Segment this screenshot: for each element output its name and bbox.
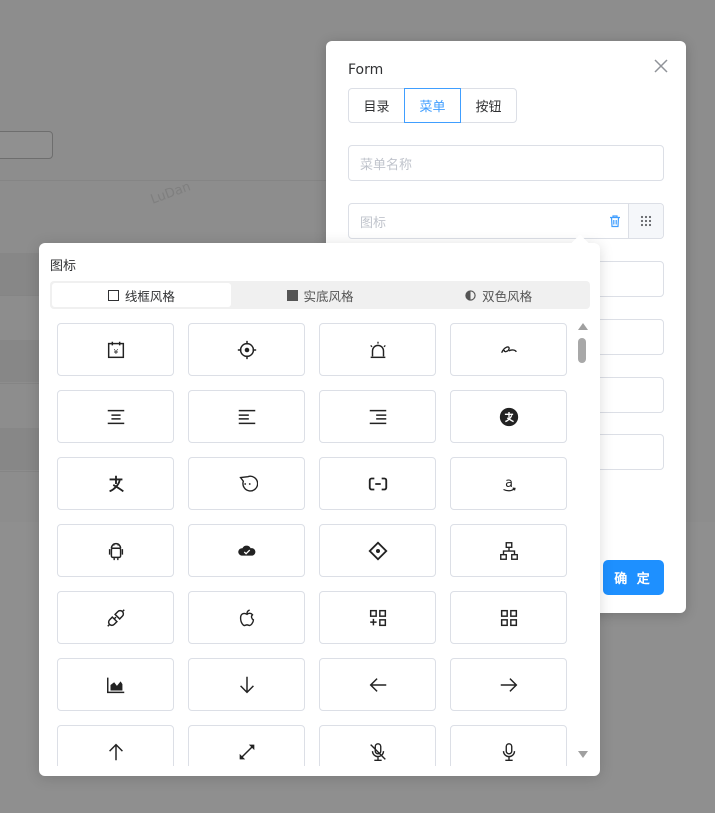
background-divider — [0, 180, 330, 181]
scrollbar[interactable] — [576, 323, 588, 763]
icon-grid: ¥ a — [57, 323, 577, 766]
android-icon — [108, 542, 123, 560]
svg-text:¥: ¥ — [113, 347, 118, 356]
confirm-button[interactable]: 确 定 — [603, 560, 664, 595]
segment-directory[interactable]: 目录 — [348, 88, 405, 123]
align-left-icon — [238, 409, 255, 424]
icon-option[interactable] — [188, 725, 305, 766]
alert-icon — [369, 341, 386, 358]
appstore-add-icon — [369, 609, 386, 626]
amazon-icon: a — [502, 475, 516, 491]
icon-input-placeholder[interactable]: 图标 — [349, 204, 602, 238]
api-icon — [106, 608, 125, 627]
alipay-icon — [108, 475, 124, 492]
apartment-icon — [499, 541, 518, 560]
alipay-circle-icon — [499, 407, 518, 426]
segment-button[interactable]: 按钮 — [460, 88, 517, 123]
icon-option[interactable] — [57, 390, 174, 443]
icon-option[interactable] — [188, 457, 305, 510]
align-right-icon — [369, 409, 386, 424]
icon-option[interactable] — [450, 725, 567, 766]
menu-name-input[interactable]: 菜单名称 — [348, 145, 664, 181]
icon-option[interactable] — [450, 323, 567, 376]
icon-select-field[interactable]: 图标 — [348, 203, 664, 239]
icon-option[interactable] — [319, 524, 436, 577]
scroll-up-arrow-icon[interactable] — [578, 323, 588, 330]
tab-label: 线框风格 — [124, 288, 175, 304]
alibaba-icon — [500, 345, 517, 353]
icon-option[interactable] — [57, 457, 174, 510]
background-input — [0, 131, 53, 159]
apple-icon — [239, 609, 254, 626]
icon-option[interactable] — [188, 591, 305, 644]
tab-filled[interactable]: 实底风格 — [231, 283, 410, 307]
aliwangwang-icon — [238, 475, 258, 492]
icon-option[interactable] — [450, 658, 567, 711]
icon-option[interactable] — [319, 390, 436, 443]
icon-option[interactable] — [188, 658, 305, 711]
scroll-down-arrow-icon[interactable] — [578, 751, 588, 758]
tab-outlined[interactable]: 线框风格 — [52, 283, 231, 307]
icon-style-tabs: 线框风格 实底风格 双色风格 — [50, 281, 590, 309]
icon-option[interactable] — [319, 323, 436, 376]
tab-two-tone[interactable]: 双色风格 — [409, 283, 588, 307]
icon-picker-popover: 图标 线框风格 实底风格 双色风格 ¥ a — [39, 234, 600, 776]
aim-icon — [237, 340, 256, 359]
arrow-right-icon — [500, 677, 517, 692]
icon-option[interactable] — [57, 658, 174, 711]
close-icon[interactable] — [652, 57, 670, 75]
icon-option[interactable] — [319, 591, 436, 644]
icon-option[interactable] — [450, 524, 567, 577]
arrow-up-icon — [108, 743, 123, 760]
audio-muted-icon — [369, 742, 386, 761]
icon-option[interactable] — [57, 725, 174, 766]
icon-option[interactable]: ¥ — [57, 323, 174, 376]
tab-label: 实底风格 — [303, 288, 354, 304]
icon-option[interactable] — [450, 390, 567, 443]
aliyun-icon — [368, 477, 387, 490]
icon-option[interactable]: a — [450, 457, 567, 510]
icon-option[interactable] — [319, 725, 436, 766]
picker-title: 图标 — [50, 259, 77, 274]
align-center-icon — [107, 409, 124, 424]
svg-text:a: a — [505, 475, 513, 490]
dialog-title: Form — [348, 62, 384, 78]
icon-option[interactable] — [57, 591, 174, 644]
ant-cloud-icon — [237, 545, 255, 556]
icon-option[interactable] — [319, 457, 436, 510]
icon-option[interactable] — [188, 323, 305, 376]
arrow-down-icon — [239, 676, 254, 693]
half-circle-icon — [465, 289, 476, 301]
area-chart-icon — [106, 677, 124, 693]
icon-option[interactable] — [57, 524, 174, 577]
outline-square-icon — [107, 289, 119, 301]
scrollbar-thumb[interactable] — [578, 338, 586, 363]
arrows-alt-icon — [239, 744, 254, 759]
tab-label: 双色风格 — [482, 288, 533, 304]
arrow-left-icon — [369, 677, 386, 692]
delete-icon[interactable] — [602, 204, 628, 238]
type-segmented-control: 目录 菜单 按钮 — [348, 88, 517, 123]
icon-option[interactable] — [319, 658, 436, 711]
ant-design-icon — [367, 540, 388, 561]
icon-option[interactable] — [188, 390, 305, 443]
icon-option[interactable] — [188, 524, 305, 577]
filled-square-icon — [286, 289, 298, 301]
audio-icon — [502, 742, 515, 761]
grid-icon[interactable] — [628, 204, 663, 238]
account-book-icon: ¥ — [107, 341, 124, 358]
icon-option[interactable] — [450, 591, 567, 644]
segment-menu[interactable]: 菜单 — [404, 88, 461, 123]
appstore-icon — [500, 609, 517, 626]
